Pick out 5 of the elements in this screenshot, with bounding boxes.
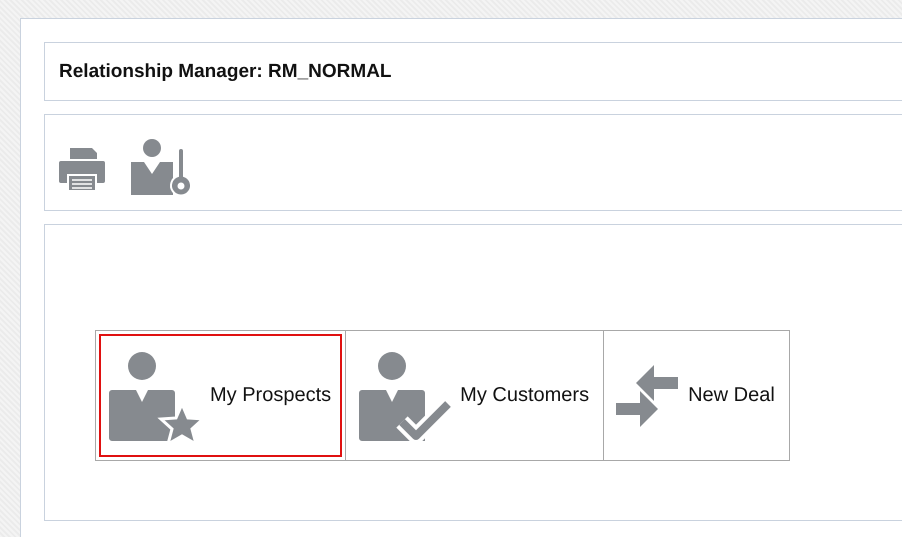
list-tile[interactable]: My Customers bbox=[345, 330, 604, 461]
list-tile[interactable]: My Prospects bbox=[95, 330, 346, 461]
new-deal-tile[interactable]: New Deal bbox=[603, 330, 790, 461]
arrows-icon bbox=[614, 362, 680, 428]
page-title: Relationship Manager: RM_NORMAL bbox=[59, 60, 392, 82]
